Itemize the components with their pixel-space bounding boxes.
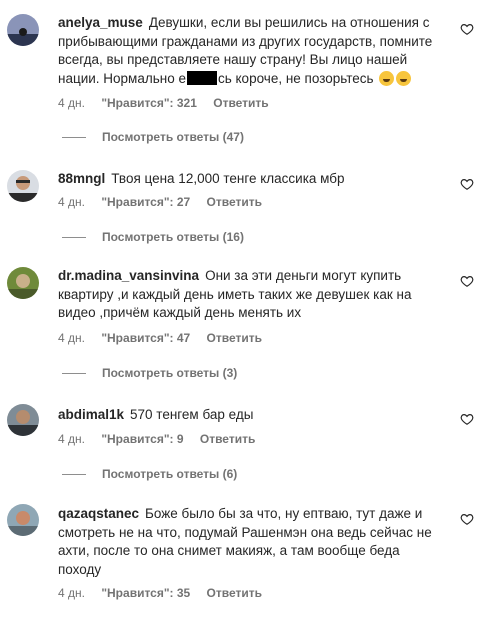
laughing-emoji-icon <box>379 70 395 86</box>
reply-button[interactable]: Ответить <box>207 331 262 345</box>
comment-text: Твоя цена 12,000 тенге классика мбр <box>111 171 345 186</box>
comment-time: 4 дн. <box>58 432 85 446</box>
comment-body: 88mngl Твоя цена 12,000 тенге классика мб… <box>58 170 440 189</box>
view-replies-button[interactable]: Посмотреть ответы (47) <box>62 130 244 144</box>
divider-line <box>62 137 86 139</box>
heart-icon[interactable] <box>460 274 474 288</box>
avatar[interactable] <box>7 170 39 202</box>
comment-meta: 4 дн. "Нравится": 27 Ответить <box>58 195 275 209</box>
comment-text-continued: сь короче, не позорьтесь <box>217 70 374 86</box>
comment-meta: 4 дн. "Нравится": 35 Ответить <box>58 586 275 600</box>
reply-button[interactable]: Ответить <box>200 432 255 446</box>
comment-username[interactable]: 88mngl <box>58 171 105 186</box>
divider-line <box>62 237 86 239</box>
comment-body: anelya_muse Девушки, если вы решились на … <box>58 14 440 88</box>
avatar[interactable] <box>7 14 39 46</box>
heart-icon[interactable] <box>460 512 474 526</box>
comment-meta: 4 дн. "Нравится": 321 Ответить <box>58 96 282 110</box>
comment-time: 4 дн. <box>58 586 85 600</box>
avatar-image <box>7 14 39 46</box>
view-replies-button[interactable]: Посмотреть ответы (3) <box>62 366 237 380</box>
reply-button[interactable]: Ответить <box>207 195 262 209</box>
reply-button[interactable]: Ответить <box>213 96 268 110</box>
comment-body: dr.madina_vansinvina Они за эти деньги мо… <box>58 267 440 323</box>
view-replies-label: Посмотреть ответы (3) <box>102 366 238 380</box>
like-count[interactable]: "Нравится": 321 <box>101 96 197 110</box>
view-replies-label: Посмотреть ответы (6) <box>102 467 238 481</box>
censor-block <box>186 70 217 85</box>
comment-time: 4 дн. <box>58 96 85 110</box>
like-count[interactable]: "Нравится": 27 <box>101 195 190 209</box>
comment-body: qazaqstanec Боже было бы за что, ну ептва… <box>58 505 440 579</box>
comment-username[interactable]: abdimal1k <box>58 407 124 422</box>
comment-username[interactable]: dr.madina_vansinvina <box>58 268 199 283</box>
view-replies-label: Посмотреть ответы (47) <box>102 130 244 144</box>
heart-icon[interactable] <box>460 22 474 36</box>
divider-line <box>62 474 86 476</box>
like-count[interactable]: "Нравится": 47 <box>101 331 190 345</box>
comment-username[interactable]: qazaqstanec <box>58 506 139 521</box>
avatar[interactable] <box>7 404 39 436</box>
comment-username[interactable]: anelya_muse <box>58 15 143 30</box>
view-replies-button[interactable]: Посмотреть ответы (6) <box>62 467 237 481</box>
comment-time: 4 дн. <box>58 331 85 345</box>
comment-body: abdimal1k 570 тенгем бар еды <box>58 406 440 425</box>
rofl-emoji-icon <box>396 70 412 86</box>
avatar-image <box>7 267 39 299</box>
view-replies-label: Посмотреть ответы (16) <box>102 230 244 244</box>
comment-time: 4 дн. <box>58 195 85 209</box>
reply-button[interactable]: Ответить <box>207 586 262 600</box>
heart-icon[interactable] <box>460 177 474 191</box>
avatar[interactable] <box>7 267 39 299</box>
view-replies-button[interactable]: Посмотреть ответы (16) <box>62 230 244 244</box>
avatar-image <box>7 404 39 436</box>
avatar[interactable] <box>7 504 39 536</box>
like-count[interactable]: "Нравится": 35 <box>101 586 190 600</box>
avatar-image <box>7 504 39 536</box>
comment-meta: 4 дн. "Нравится": 47 Ответить <box>58 331 275 345</box>
heart-icon[interactable] <box>460 412 474 426</box>
avatar-image <box>7 170 39 202</box>
comment-meta: 4 дн. "Нравится": 9 Ответить <box>58 432 268 446</box>
divider-line <box>62 373 86 375</box>
comment-text: 570 тенгем бар еды <box>130 407 254 422</box>
like-count[interactable]: "Нравится": 9 <box>101 432 183 446</box>
